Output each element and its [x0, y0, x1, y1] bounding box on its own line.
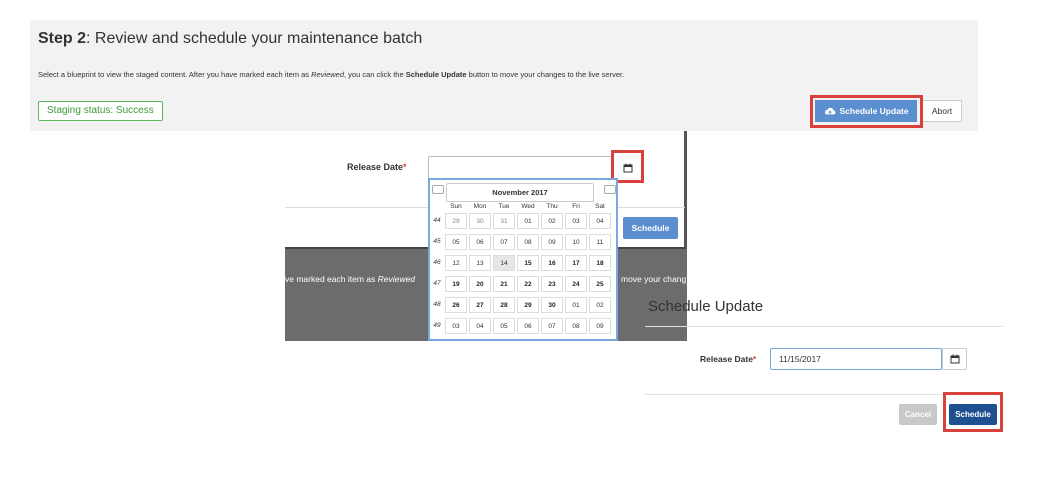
week-number: 46 [433, 259, 441, 266]
calendar-day[interactable]: 01 [517, 213, 539, 229]
calendar-day[interactable]: 20 [469, 276, 491, 292]
calendar-day[interactable]: 26 [445, 297, 467, 313]
day-of-week-header: Wed [521, 203, 535, 210]
dialog-edge [684, 131, 687, 249]
calendar-day[interactable]: 03 [565, 213, 587, 229]
day-of-week-header: Sat [595, 203, 605, 210]
release-date-label: Release Date* [347, 162, 407, 172]
calendar-day[interactable]: 09 [589, 318, 611, 334]
date-picker-calendar: November 2017 Sun Mon Tue Wed Thu Fri Sat 44 29 3… [428, 178, 618, 341]
calendar-day[interactable]: 11 [589, 234, 611, 250]
calendar-day[interactable]: 01 [565, 297, 587, 313]
calendar-day[interactable]: 09 [541, 234, 563, 250]
release-date-dialog-open: ve marked each item as Reviewed move you… [285, 131, 687, 341]
day-of-week-header: Thu [546, 203, 558, 210]
day-of-week-header: Fri [572, 203, 580, 210]
calendar-day[interactable]: 19 [445, 276, 467, 292]
calendar-day[interactable]: 30 [541, 297, 563, 313]
calendar-day[interactable]: 12 [445, 255, 467, 271]
calendar-day[interactable]: 03 [445, 318, 467, 334]
calendar-day[interactable]: 08 [565, 318, 587, 334]
cancel-button[interactable]: Cancel [899, 404, 937, 425]
calendar-day[interactable]: 24 [565, 276, 587, 292]
release-date-input[interactable]: 11/15/2017 [770, 348, 942, 370]
calendar-day[interactable]: 06 [469, 234, 491, 250]
calendar-day[interactable]: 25 [589, 276, 611, 292]
calendar-day[interactable]: 05 [445, 234, 467, 250]
week-number: 49 [433, 322, 441, 329]
page-title: Step 2: Review and schedule your mainten… [38, 30, 422, 48]
release-date-input[interactable] [428, 156, 613, 179]
instructions-reviewed: Reviewed [311, 70, 345, 79]
calendar-day[interactable]: 10 [565, 234, 587, 250]
dialog-divider [645, 326, 1003, 327]
release-date-label: Release Date* [700, 354, 756, 364]
backdrop-text-right: move your chang [621, 274, 687, 284]
step-title-text: : Review and schedule your maintenance b… [86, 30, 423, 47]
release-date-label-text: Release Date [700, 354, 753, 364]
calendar-day[interactable]: 16 [541, 255, 563, 271]
instructions-schedule-update: Schedule Update [405, 70, 467, 79]
calendar-day[interactable]: 17 [565, 255, 587, 271]
required-mark: * [403, 162, 407, 172]
calendar-day[interactable]: 04 [589, 213, 611, 229]
next-month-button[interactable] [604, 185, 616, 194]
week-number: 45 [433, 238, 441, 245]
calendar-day[interactable]: 30 [469, 213, 491, 229]
calendar-day[interactable]: 14 [493, 255, 515, 271]
step2-panel: Step 2: Review and schedule your mainten… [30, 20, 978, 131]
backdrop-text-part: ve marked each item as [285, 274, 378, 284]
calendar-day[interactable]: 28 [493, 297, 515, 313]
schedule-update-dialog-title: Schedule Update [648, 298, 764, 315]
calendar-icon [950, 354, 959, 364]
schedule-button[interactable]: Schedule [623, 217, 678, 239]
week-number: 47 [433, 280, 441, 287]
calendar-day[interactable]: 22 [517, 276, 539, 292]
instructions-text: Select a blueprint to view the staged co… [38, 70, 624, 79]
previous-month-button[interactable] [432, 185, 444, 194]
calendar-day[interactable]: 31 [493, 213, 515, 229]
calendar-day[interactable]: 13 [469, 255, 491, 271]
calendar-day[interactable]: 29 [517, 297, 539, 313]
week-number: 44 [433, 217, 441, 224]
calendar-month-title[interactable]: November 2017 [446, 183, 594, 202]
day-of-week-header: Sun [450, 203, 462, 210]
calendar-day[interactable]: 02 [589, 297, 611, 313]
calendar-day[interactable]: 02 [541, 213, 563, 229]
calendar-day[interactable]: 05 [493, 318, 515, 334]
calendar-day[interactable]: 07 [493, 234, 515, 250]
release-date-label-text: Release Date [347, 162, 404, 172]
day-of-week-header: Mon [473, 203, 487, 210]
calendar-day[interactable]: 06 [517, 318, 539, 334]
calendar-day[interactable]: 15 [517, 255, 539, 271]
staging-status-badge: Staging status: Success [38, 101, 163, 121]
backdrop-text-left: ve marked each item as Reviewed [285, 274, 415, 284]
week-number: 48 [433, 301, 441, 308]
calendar-day[interactable]: 07 [541, 318, 563, 334]
required-mark: * [752, 354, 757, 364]
schedule-update-button[interactable]: Schedule Update [815, 100, 917, 122]
schedule-update-label: Schedule Update [839, 106, 909, 116]
calendar-day[interactable]: 08 [517, 234, 539, 250]
day-of-week-header: Tue [498, 203, 510, 210]
calendar-day[interactable]: 27 [469, 297, 491, 313]
calendar-day[interactable]: 29 [445, 213, 467, 229]
calendar-day[interactable]: 21 [493, 276, 515, 292]
highlight-box-schedule-button [943, 392, 1003, 432]
calendar-day[interactable]: 04 [469, 318, 491, 334]
calendar-button[interactable] [942, 348, 967, 370]
cloud-upload-icon [824, 107, 836, 114]
backdrop-text-italic: Reviewed [377, 274, 415, 284]
instructions-part-2: , you can click the [344, 70, 406, 79]
instructions-part-1: Select a blueprint to view the staged co… [38, 70, 312, 79]
calendar-day[interactable]: 18 [589, 255, 611, 271]
abort-button[interactable]: Abort [922, 100, 962, 122]
calendar-day[interactable]: 23 [541, 276, 563, 292]
instructions-part-3: button to move your changes to the live … [466, 70, 625, 79]
step-prefix: Step 2 [38, 30, 87, 47]
